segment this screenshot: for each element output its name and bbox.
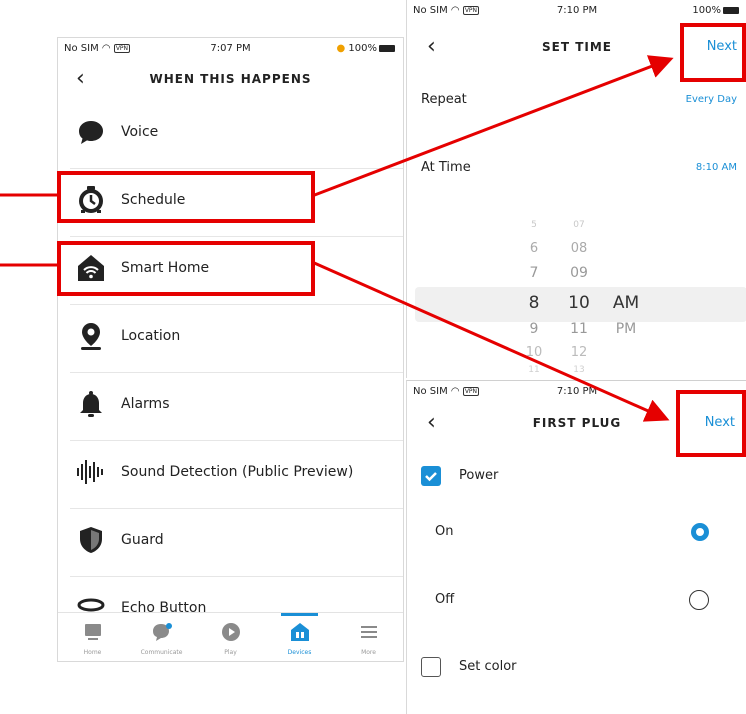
annotation-arrows <box>0 55 674 422</box>
arrow-to-set-time-next <box>311 55 674 198</box>
arrow-to-first-plug-next <box>311 260 670 422</box>
